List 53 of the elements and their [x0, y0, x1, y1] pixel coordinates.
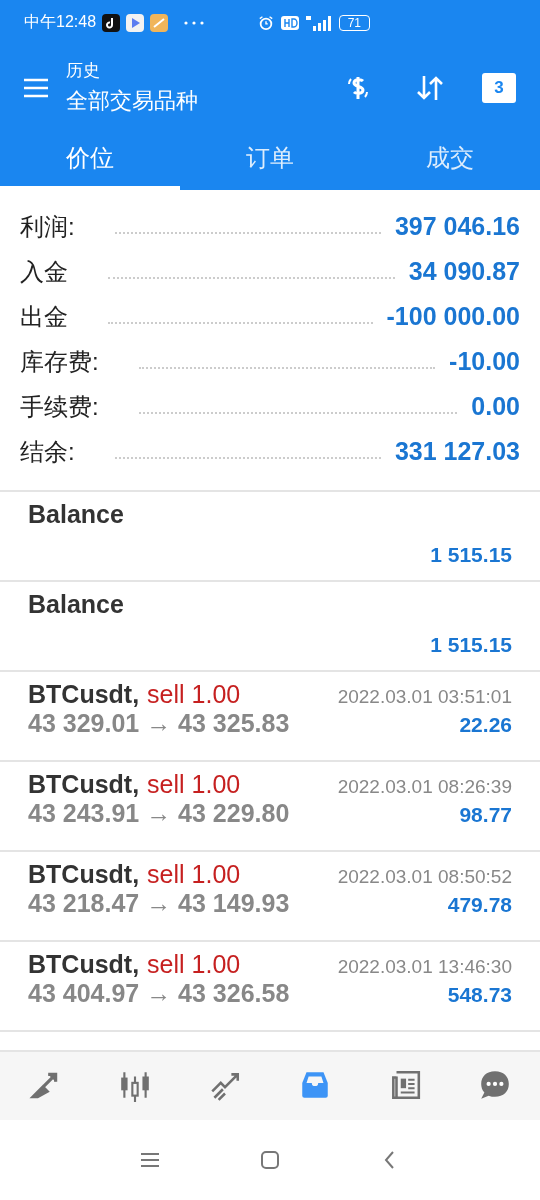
summary-label: 出金 [20, 301, 68, 332]
tab[interactable]: 价位 [0, 130, 180, 190]
home-icon[interactable] [260, 1150, 280, 1170]
summary-value: -100 000.00 [386, 302, 520, 331]
summary-value: 331 127.03 [394, 437, 520, 466]
deal-symbol: BTCusdt, [28, 950, 140, 979]
summary-label: 入金 [20, 256, 68, 287]
battery-level: 71 [338, 14, 370, 31]
deal-prices: 43 218.47 → 43 149.93 [28, 889, 290, 918]
summary-label: 手续费: [20, 391, 99, 422]
summary-value: 34 090.87 [408, 257, 520, 286]
toolbar-subtitle: 历史 [66, 60, 101, 82]
deal-symbol: BTCusdt, [28, 770, 140, 799]
tab[interactable]: 成交 [360, 130, 540, 190]
more-icon [184, 20, 205, 25]
toolbar-title[interactable]: 全部交易品种 [66, 86, 302, 116]
deal-side: sell 1.00 [147, 680, 241, 709]
deal-time: 2022.03.01 13:46:30 [337, 956, 512, 978]
entry-amount: 1 515.15 [430, 633, 512, 657]
entry-amount: 98.77 [459, 803, 512, 827]
deal-time: 2022.03.01 08:26:39 [337, 776, 512, 798]
summary-value: 0.00 [471, 392, 520, 421]
deal-side: sell 1.00 [147, 860, 241, 889]
summary-label: 库存费: [20, 346, 99, 377]
entry-title: Balance [28, 590, 124, 619]
deal-prices: 43 243.91 → 43 229.80 [28, 799, 290, 828]
entry-amount: 548.73 [447, 983, 512, 1007]
hd-icon [280, 14, 299, 31]
summary-value: -10.00 [449, 347, 520, 376]
summary-label: 利润: [20, 211, 75, 242]
deal-side: sell 1.00 [147, 770, 241, 799]
status-time: 中午12:48 [24, 12, 97, 32]
summary-label: 结余: [20, 436, 75, 467]
signal-icon [304, 14, 333, 31]
app-icon [126, 13, 145, 32]
deal-symbol: BTCusdt, [28, 860, 140, 889]
tab[interactable]: 订单 [180, 130, 360, 190]
deal-symbol: BTCusdt, [28, 680, 140, 709]
deal-side: sell 1.00 [147, 950, 241, 979]
entry-amount: 1 515.15 [430, 543, 512, 567]
summary-value: 397 046.16 [394, 212, 520, 241]
deal-prices: 43 329.01 → 43 325.83 [28, 709, 290, 738]
deal-time: 2022.03.01 03:51:01 [337, 686, 512, 708]
entry-amount: 22.26 [459, 713, 512, 737]
menu-icon[interactable] [140, 1150, 160, 1170]
entry-title: Balance [28, 500, 124, 529]
app-icon [150, 13, 169, 32]
app-icon [102, 13, 121, 32]
entry-amount: 479.78 [447, 893, 512, 917]
calendar-button[interactable]: 3 [482, 72, 516, 103]
deal-time: 2022.03.01 08:50:52 [337, 866, 512, 888]
deal-prices: 43 404.97 → 43 326.58 [28, 979, 290, 1008]
menu-icon[interactable] [24, 77, 48, 98]
